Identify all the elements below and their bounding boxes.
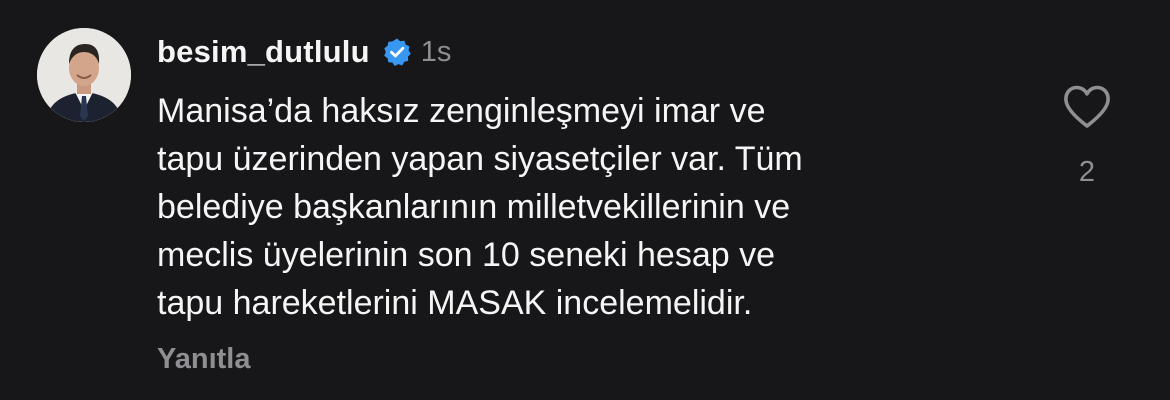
verified-badge-icon [382, 37, 412, 67]
comment-text: Manisa’da haksız zenginleşmeyi imar ve t… [157, 92, 803, 322]
avatar[interactable] [37, 28, 131, 122]
heart-outline-icon[interactable] [1062, 84, 1112, 130]
comment-header: besim_dutlulu 1s [157, 30, 451, 74]
username[interactable]: besim_dutlulu [157, 34, 370, 70]
like-count: 2 [1078, 156, 1096, 188]
timestamp: 1s [420, 35, 452, 68]
profile-avatar-icon [37, 28, 131, 122]
like-group: 2 [1052, 84, 1122, 189]
reply-button[interactable]: Yanıtla [157, 343, 251, 376]
comment: besim_dutlulu 1s Manisa’da haksız zengin… [0, 0, 1170, 400]
